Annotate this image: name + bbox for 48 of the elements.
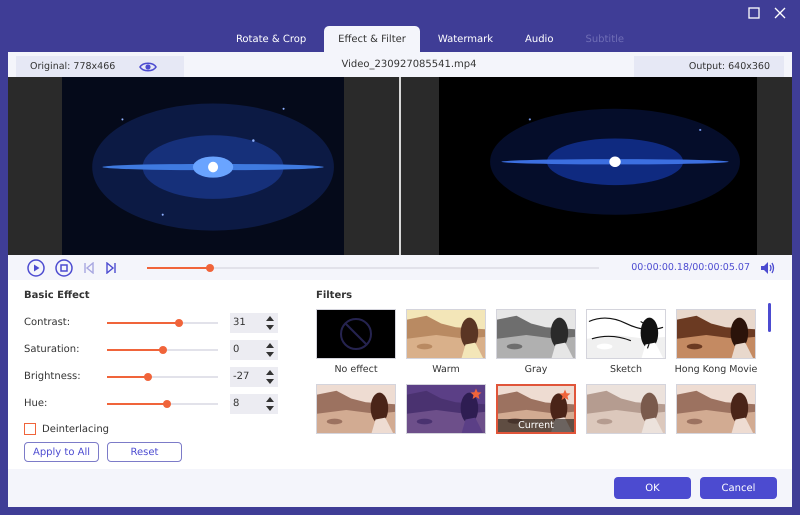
tab[interactable]: Watermark xyxy=(424,26,508,52)
prohibited-icon xyxy=(339,317,373,351)
action-button[interactable]: Reset xyxy=(107,442,182,462)
stop-icon[interactable] xyxy=(55,258,73,276)
spinner-arrows-icon[interactable] xyxy=(266,396,274,412)
slider-label: Hue: xyxy=(24,398,48,409)
number-field[interactable]: -27 xyxy=(230,366,278,386)
number-field[interactable]: 0 xyxy=(230,340,278,360)
number-field[interactable]: 31 xyxy=(230,312,278,332)
file-name: Video_230927085541.mp4 xyxy=(342,59,476,70)
star-icon[interactable] xyxy=(559,389,571,401)
section-title: Filters xyxy=(316,290,354,301)
filter-label: Gray xyxy=(524,364,548,375)
filter-label: No effect xyxy=(334,364,378,375)
filter-label: Hong Kong Movie xyxy=(674,364,758,375)
filter-thumbnail[interactable]: Current xyxy=(496,384,576,434)
total-time: /00:00:05.07 xyxy=(689,262,750,273)
spinner-arrows-icon[interactable] xyxy=(266,314,274,330)
spinner-arrows-icon[interactable] xyxy=(266,368,274,384)
action-button[interactable]: Apply to All xyxy=(24,442,99,462)
filter-label: Sketch xyxy=(610,364,642,375)
eye-icon[interactable] xyxy=(139,60,158,72)
filter-thumbnail[interactable] xyxy=(316,309,396,359)
spinner-arrows-icon[interactable] xyxy=(266,342,274,358)
number-field[interactable]: 8 xyxy=(230,394,278,414)
current-badge: Current xyxy=(498,419,574,432)
filter-label: Warm xyxy=(432,364,460,375)
maximize-icon[interactable] xyxy=(748,7,760,19)
output-size: Output: 640x360 xyxy=(688,61,770,72)
current-time: 00:00:00.18 xyxy=(631,262,690,273)
original-size: Original: 778x466 xyxy=(30,61,116,72)
slider-label: Saturation: xyxy=(24,344,80,355)
star-icon[interactable] xyxy=(470,388,482,400)
scrollbar[interactable] xyxy=(768,303,771,332)
tab[interactable]: Effect & Filter xyxy=(324,26,420,52)
dialog-button[interactable]: OK xyxy=(614,477,691,499)
checkbox-label: Deinterlacing xyxy=(42,424,110,434)
next-frame-icon[interactable] xyxy=(105,262,117,274)
slider-label: Contrast: xyxy=(24,317,72,328)
dialog-button[interactable]: Cancel xyxy=(700,477,777,499)
play-icon[interactable] xyxy=(27,258,45,276)
slider-label: Brightness: xyxy=(24,371,82,382)
tab[interactable]: Audio xyxy=(511,26,568,52)
section-title: Basic Effect xyxy=(24,290,91,301)
checkbox[interactable] xyxy=(24,423,36,435)
volume-icon[interactable] xyxy=(760,260,776,274)
close-icon[interactable] xyxy=(774,7,786,19)
tab[interactable]: Rotate & Crop xyxy=(222,26,320,52)
